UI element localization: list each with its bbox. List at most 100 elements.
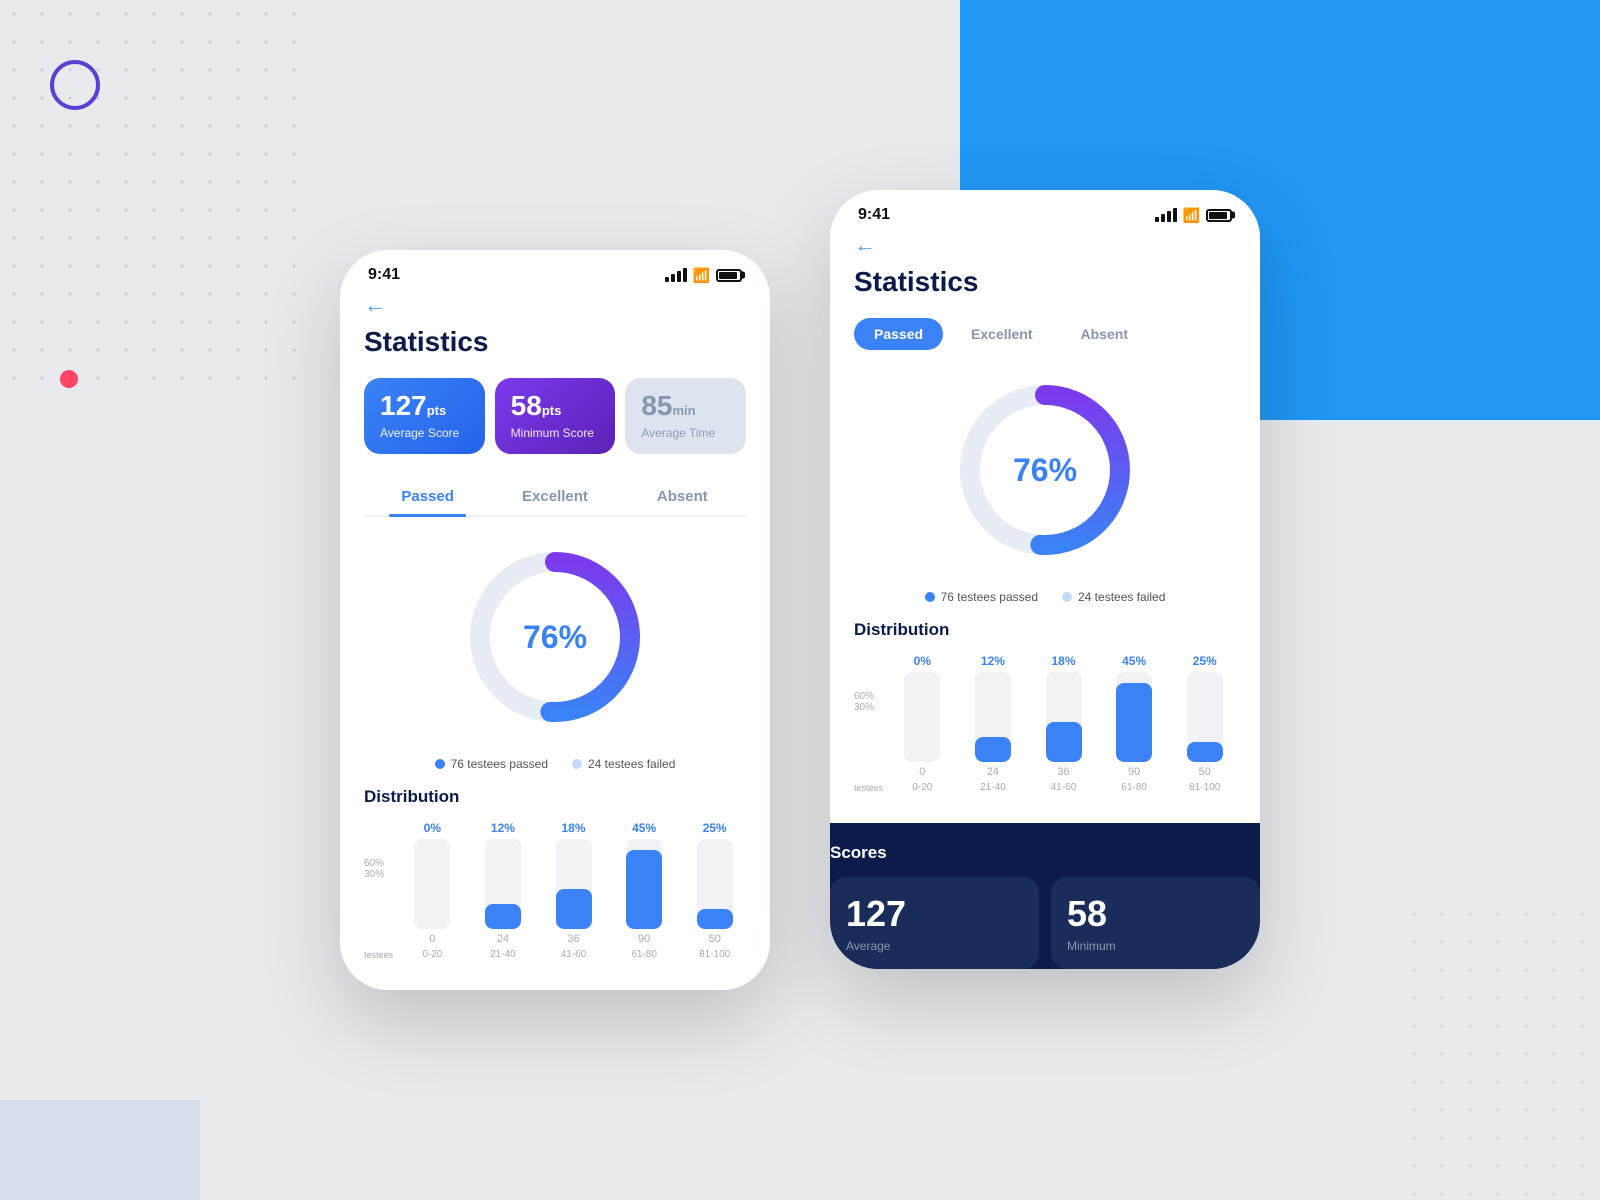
stat-card-minimum: 58pts Minimum Score — [495, 378, 616, 454]
dist-num2-3: 90 — [1128, 766, 1140, 778]
dist-num2-0: 0 — [919, 766, 925, 778]
legend-1: 76 testees passed 24 testees failed — [364, 757, 746, 771]
dist-range2-3: 61-80 — [1121, 782, 1147, 793]
dist-pct2-0: 0% — [914, 654, 931, 668]
dist-bar-wrap-2 — [556, 839, 592, 929]
status-icons-2: 📶 — [1155, 207, 1232, 224]
dist-chart-1: 60% 30% testees 0% 0 0-20 — [364, 821, 746, 960]
page-title-1: Statistics — [364, 326, 746, 358]
tab-pill-passed[interactable]: Passed — [854, 318, 943, 350]
donut-label-2: 76% — [1013, 452, 1077, 489]
donut-chart-2: 76% — [854, 370, 1236, 570]
bg-red-dot-decoration — [60, 370, 78, 388]
legend-dot-passed-1 — [435, 759, 445, 769]
dist-col-1: 12% 24 21-40 — [472, 821, 535, 960]
scores-cards: 127 Average 58 Minimum — [830, 877, 1260, 969]
dist-bar-wrap-1 — [485, 839, 521, 929]
score-num-average: 127 — [846, 893, 1023, 935]
dist-y-60: 60% — [364, 858, 393, 869]
back-button-1[interactable]: ← — [364, 292, 746, 318]
legend-passed-1: 76 testees passed — [435, 757, 548, 771]
page-title-2: Statistics — [854, 266, 1236, 298]
legend-label-passed-1: 76 testees passed — [451, 757, 548, 771]
dist-range2-2: 41-60 — [1051, 782, 1077, 793]
dist-num-2: 36 — [567, 933, 579, 945]
battery-icon-2 — [1206, 209, 1232, 222]
stat-cards-1: 127pts Average Score 58pts Minimum Score… — [364, 378, 746, 454]
dist-range-2: 41-60 — [561, 949, 587, 960]
dist-bar-wrap-4 — [697, 839, 733, 929]
dist-pct2-1: 12% — [981, 654, 1005, 668]
back-button-2[interactable]: ← — [854, 232, 1236, 258]
phones-wrapper: 9:41 📶 ← Statistics — [340, 250, 1260, 990]
stat-card-average-label: Average Score — [380, 426, 469, 440]
dist-col2-4: 25% 50 81-100 — [1173, 654, 1236, 793]
legend-failed-1: 24 testees failed — [572, 757, 675, 771]
dist-bar-wrap-0 — [414, 839, 450, 929]
dist-range-4: 81-100 — [699, 949, 730, 960]
legend-label-failed-2: 24 testees failed — [1078, 590, 1165, 604]
stat-card-average: 127pts Average Score — [364, 378, 485, 454]
dist-pct2-2: 18% — [1052, 654, 1076, 668]
legend-dot-passed-2 — [925, 592, 935, 602]
dist-range-3: 61-80 — [631, 949, 657, 960]
score-num-minimum: 58 — [1067, 893, 1244, 935]
score-card-minimum: 58 Minimum — [1051, 877, 1260, 969]
bg-dots-bottom-right — [1400, 900, 1600, 1200]
dist-x-label-2: testees — [854, 783, 883, 793]
dist-bar-wrap-3 — [626, 839, 662, 929]
dist-col-4: 25% 50 81-100 — [683, 821, 746, 960]
dist-pct-3: 45% — [632, 821, 656, 835]
dist-col2-0: 0% 0 0-20 — [891, 654, 954, 793]
dist-y-60-2: 60% — [854, 691, 883, 702]
dist-range-1: 21-40 — [490, 949, 516, 960]
dist-y-30: 30% — [364, 869, 393, 880]
legend-passed-2: 76 testees passed — [925, 590, 1038, 604]
tab-passed-1[interactable]: Passed — [364, 478, 491, 515]
dist-bar-4 — [697, 909, 733, 929]
tabs-1: Passed Excellent Absent — [364, 478, 746, 517]
dist-range-0: 0-20 — [422, 949, 442, 960]
dist-col-2: 18% 36 41-60 — [542, 821, 605, 960]
signal-icon-1 — [665, 268, 687, 282]
bg-circle-decoration — [50, 60, 100, 110]
battery-icon-1 — [716, 269, 742, 282]
dist-y-axis: 60% 30% testees — [364, 850, 393, 960]
scores-section: Scores 127 Average 58 Minimum — [830, 823, 1260, 969]
dist-col-0: 0% 0 0-20 — [401, 821, 464, 960]
app-content-2: ← Statistics Passed Excellent Absent — [830, 232, 1260, 823]
dist-range2-1: 21-40 — [980, 782, 1006, 793]
tab-absent-1[interactable]: Absent — [619, 478, 746, 515]
score-card-average: 127 Average — [830, 877, 1039, 969]
status-icons-1: 📶 — [665, 267, 742, 284]
dist-range2-4: 81-100 — [1189, 782, 1220, 793]
dist-num-1: 24 — [497, 933, 509, 945]
stat-card-average-value: 127pts — [380, 392, 469, 420]
donut-chart-1: 76% — [364, 537, 746, 737]
dist-num-4: 50 — [709, 933, 721, 945]
dist-pct-4: 25% — [703, 821, 727, 835]
tab-pill-excellent[interactable]: Excellent — [951, 318, 1052, 350]
wifi-icon-1: 📶 — [693, 267, 710, 284]
phone-1: 9:41 📶 ← Statistics — [340, 250, 770, 990]
app-content-1: ← Statistics 127pts Average Score 58pts — [340, 292, 770, 990]
signal-icon-2 — [1155, 208, 1177, 222]
score-label-average: Average — [846, 939, 1023, 953]
dist-y-axis-2: 60% 30% testees — [854, 683, 883, 793]
tab-excellent-1[interactable]: Excellent — [491, 478, 618, 515]
legend-failed-2: 24 testees failed — [1062, 590, 1165, 604]
status-bar-1: 9:41 📶 — [340, 250, 770, 292]
phone-2: 9:41 📶 ← Statistics — [830, 190, 1260, 969]
distribution-title-1: Distribution — [364, 787, 746, 807]
status-bar-2: 9:41 📶 — [830, 190, 1260, 232]
tab-pills-2: Passed Excellent Absent — [854, 318, 1236, 350]
dist-col2-1: 12% 24 21-40 — [962, 654, 1025, 793]
dist-pct-0: 0% — [424, 821, 441, 835]
dist-bar-2 — [556, 889, 592, 929]
dist-y-30-2: 30% — [854, 702, 883, 713]
legend-dot-failed-1 — [572, 759, 582, 769]
bg-blue-bottom — [0, 1100, 200, 1200]
stat-card-time-value: 85min — [641, 392, 730, 420]
tab-pill-absent[interactable]: Absent — [1061, 318, 1148, 350]
phone-2-inner: 9:41 📶 ← Statistics — [830, 190, 1260, 969]
